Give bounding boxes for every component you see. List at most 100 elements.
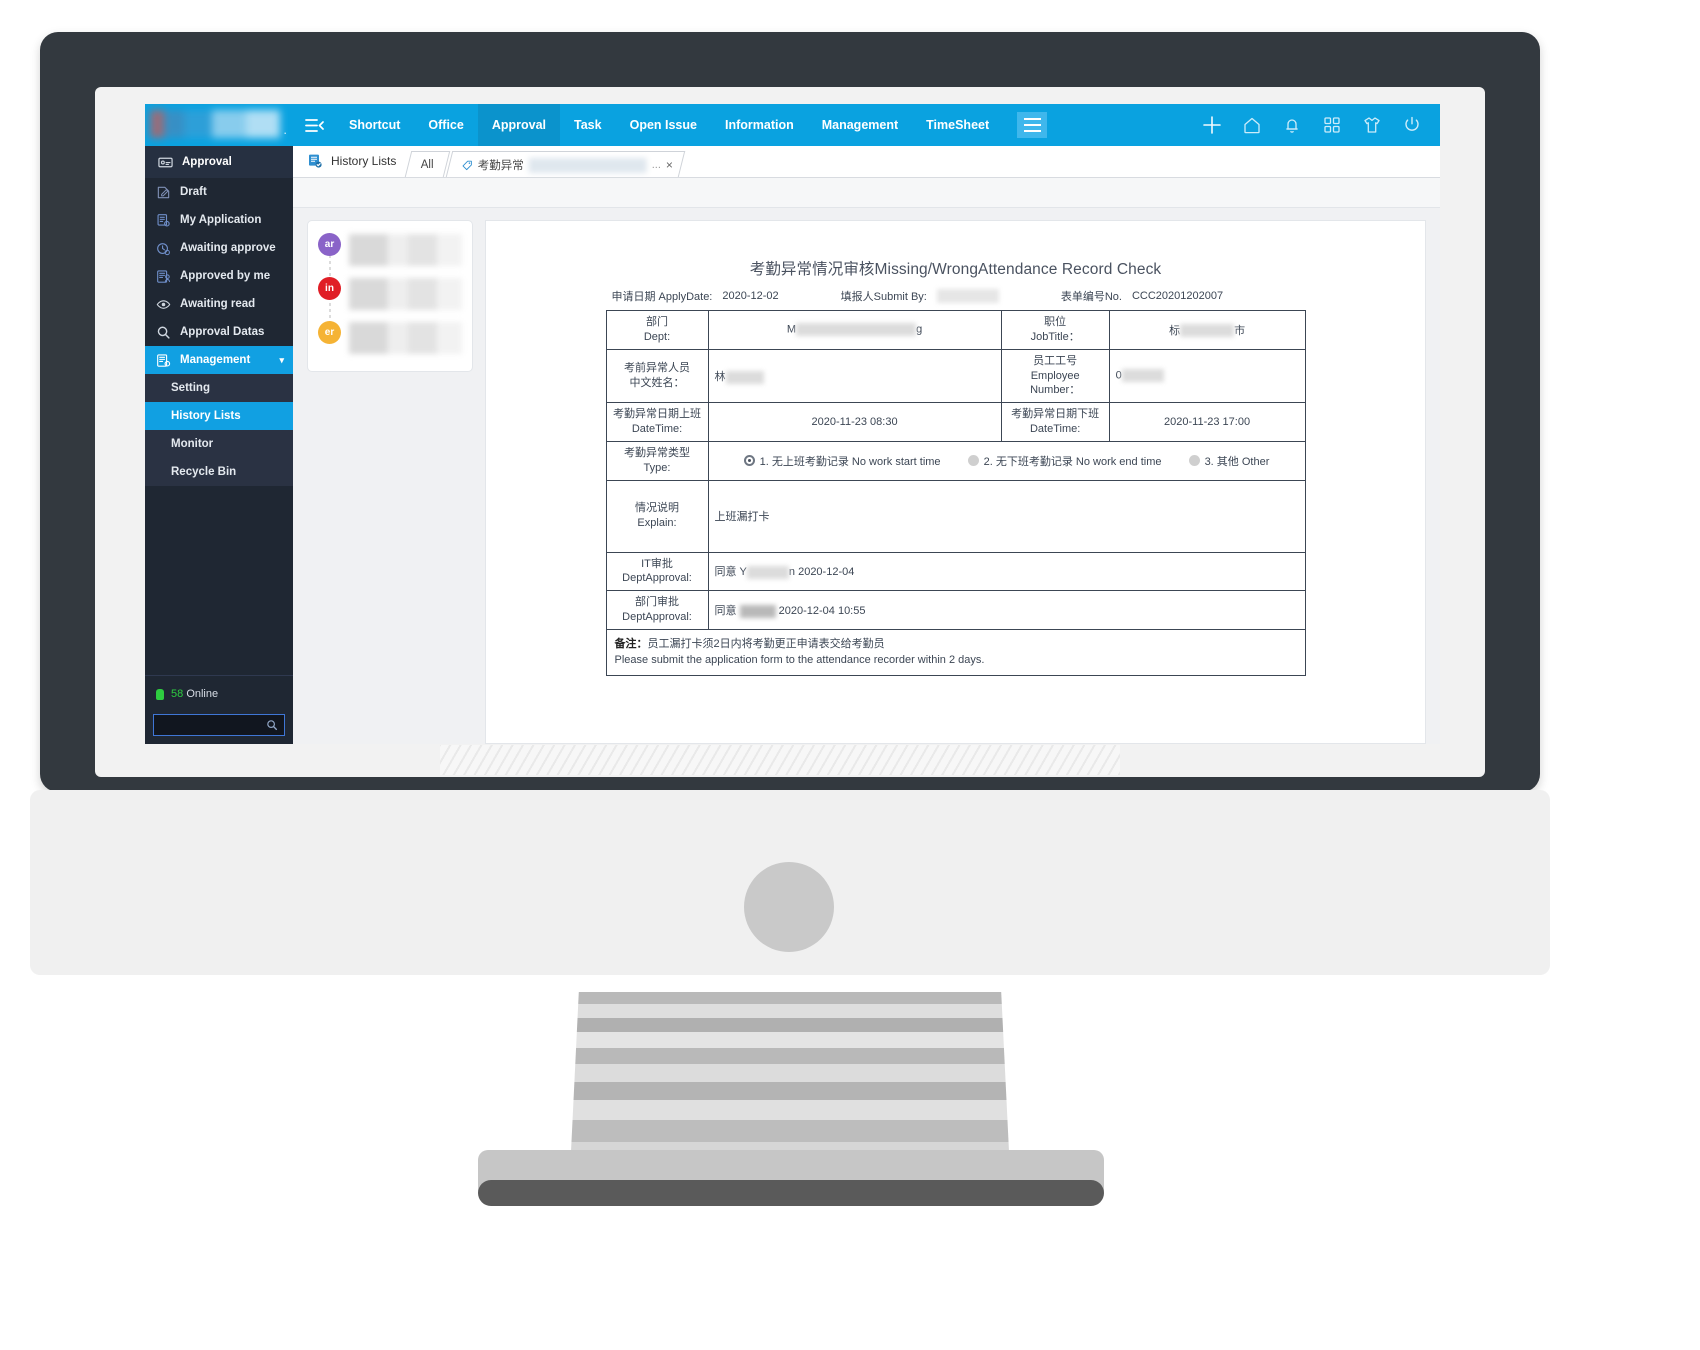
timeline-node[interactable]: er xyxy=(318,321,462,365)
person-value-prefix: 林 xyxy=(715,371,726,383)
form-title: 考勤异常情况审核Missing/WrongAttendance Record C… xyxy=(606,257,1306,279)
power-icon[interactable] xyxy=(1402,115,1422,135)
sidebar-item-monitor[interactable]: Monitor xyxy=(145,430,293,458)
sidebar-item-setting[interactable]: Setting xyxy=(145,374,293,402)
online-count: 58 xyxy=(171,688,183,700)
sidebar-item-awaiting-read[interactable]: Awaiting read xyxy=(145,290,293,318)
dept-label-cn: 部门 xyxy=(646,316,668,328)
approval-card-icon xyxy=(158,155,173,170)
sidebar-item-label: Approved by me xyxy=(180,270,270,282)
jobtitle-value-suffix: 市 xyxy=(1234,325,1245,337)
application-window: . Shortcut Office Approval Task Open Iss… xyxy=(145,104,1440,744)
table-row-dept: 部门 Dept: Mg 职位 JobTitle： xyxy=(606,311,1305,350)
sidebar-item-draft[interactable]: Draft xyxy=(145,178,293,206)
jobtitle-value: 标市 xyxy=(1109,311,1305,350)
table-row-start-datetime: 考勤异常日期上班 DateTime: 2020-11-23 08:30 考勤异常… xyxy=(606,403,1305,442)
sidebar-item-approved-by-me[interactable]: Approved by me xyxy=(145,262,293,290)
dept-label-en: Dept: xyxy=(644,331,670,343)
nav-item-task[interactable]: Task xyxy=(560,104,616,146)
plus-icon[interactable] xyxy=(1202,115,1222,135)
sidebar-item-recycle-bin[interactable]: Recycle Bin xyxy=(145,458,293,486)
type-option-2[interactable]: 2. 无下班考勤记录 No work end time xyxy=(968,453,1162,469)
nav-item-management[interactable]: Management xyxy=(808,104,912,146)
sidebar-item-management[interactable]: Management ▾ xyxy=(145,346,293,374)
close-icon[interactable]: × xyxy=(666,158,673,172)
tab-label-redacted xyxy=(529,157,647,172)
type-option-label: 1. 无上班考勤记录 No work start time xyxy=(760,453,941,469)
table-row-person: 考前异常人员 中文姓名： 林 员工工号 Employee xyxy=(606,349,1305,403)
form-no-label: 表单编号No. xyxy=(1061,288,1122,304)
start-datetime-label: 考勤异常日期上班 DateTime: xyxy=(606,403,708,442)
sidebar-subitem-label: Recycle Bin xyxy=(171,466,236,478)
explain-value: 上班漏打卡 xyxy=(708,480,1305,552)
form-table: 部门 Dept: Mg 职位 JobTitle： xyxy=(606,310,1306,676)
eye-icon xyxy=(156,297,171,312)
nav-item-information[interactable]: Information xyxy=(711,104,808,146)
work-area: ar in er ‹ xyxy=(293,208,1440,744)
tab-overflow-ellipsis: ... xyxy=(652,159,661,171)
home-icon[interactable] xyxy=(1242,115,1262,135)
sidebar-item-my-application[interactable]: My Application xyxy=(145,206,293,234)
nav-item-office[interactable]: Office xyxy=(414,104,477,146)
brand-logo-dot: . xyxy=(283,122,287,137)
list-collapse-icon[interactable] xyxy=(293,104,335,146)
sidebar-item-history-lists[interactable]: History Lists xyxy=(145,402,293,430)
timeline-content-redacted xyxy=(349,322,462,354)
type-option-3[interactable]: 3. 其他 Other xyxy=(1189,453,1270,469)
management-icon xyxy=(156,353,171,368)
nav-item-approval[interactable]: Approval xyxy=(478,104,560,146)
hamburger-menu-icon[interactable] xyxy=(1017,112,1047,138)
sidebar-item-approval-datas[interactable]: Approval Datas xyxy=(145,318,293,346)
brand-logo[interactable]: . xyxy=(145,104,293,146)
type-option-label: 3. 其他 Other xyxy=(1205,453,1270,469)
dept-value: Mg xyxy=(708,311,1001,350)
radio-unselected-icon[interactable] xyxy=(1189,455,1200,466)
chevron-down-icon[interactable]: ▾ xyxy=(279,355,284,366)
draft-icon xyxy=(156,185,171,200)
timeline-node[interactable]: ar xyxy=(318,233,462,277)
timeline-node[interactable]: in xyxy=(318,277,462,321)
jobtitle-label: 职位 JobTitle： xyxy=(1001,311,1109,350)
top-navigation-bar: . Shortcut Office Approval Task Open Iss… xyxy=(145,104,1440,146)
sidebar-header-approval[interactable]: Approval xyxy=(145,146,293,178)
end-datetime-value: 2020-11-23 17:00 xyxy=(1109,403,1305,442)
person-value: 林 xyxy=(708,349,1001,403)
user-online-icon xyxy=(156,689,164,700)
shirt-icon[interactable] xyxy=(1362,115,1382,135)
approved-by-me-icon xyxy=(156,269,171,284)
document-panel: 考勤异常情况审核Missing/WrongAttendance Record C… xyxy=(485,220,1426,744)
radio-selected-icon[interactable] xyxy=(744,455,755,466)
end-datetime-label: 考勤异常日期下班 DateTime: xyxy=(1001,403,1109,442)
it-approval-suffix: n 2020-12-04 xyxy=(789,566,854,578)
form-meta-row: 申请日期 ApplyDate: 2020-12-02 填报人Submit By:… xyxy=(606,288,1306,304)
bell-icon[interactable] xyxy=(1282,115,1302,135)
jobtitle-value-prefix: 标 xyxy=(1169,325,1180,337)
table-row-note: 备注：员工漏打卡须2日内将考勤更正申请表交给考勤员 Please submit … xyxy=(606,629,1305,675)
tab-all[interactable]: All xyxy=(405,151,450,177)
apps-grid-icon[interactable] xyxy=(1322,115,1342,135)
dept-approval-prefix: 同意 xyxy=(715,605,737,617)
sidebar-footer: 58 Online xyxy=(145,675,293,744)
radio-unselected-icon[interactable] xyxy=(968,455,979,466)
dept-approval-label-en: DeptApproval: xyxy=(622,611,692,623)
type-option-1[interactable]: 1. 无上班考勤记录 No work start time xyxy=(744,453,941,469)
sidebar-subitem-label: History Lists xyxy=(171,410,241,422)
it-approval-redacted xyxy=(747,566,789,579)
nav-item-timesheet[interactable]: TimeSheet xyxy=(912,104,1003,146)
sidebar-item-label: Awaiting read xyxy=(180,298,255,310)
dept-approval-suffix: 2020-12-04 10:55 xyxy=(779,605,866,617)
nav-item-shortcut[interactable]: Shortcut xyxy=(335,104,414,146)
it-approval-label-cn: IT审批 xyxy=(641,558,673,570)
nav-item-open-issue[interactable]: Open Issue xyxy=(616,104,711,146)
timeline-badge: ar xyxy=(318,233,341,256)
monitor-frame: . Shortcut Office Approval Task Open Iss… xyxy=(40,32,1540,792)
dept-approval-label: 部门审批 DeptApproval: xyxy=(606,591,708,630)
tag-icon xyxy=(462,159,473,170)
jobtitle-label-cn: 职位 xyxy=(1044,316,1066,328)
type-options-group: 1. 无上班考勤记录 No work start time 2. 无下班考勤记录… xyxy=(708,441,1305,480)
sidebar-item-label: Awaiting approve xyxy=(180,242,276,254)
sidebar-header-label: Approval xyxy=(182,156,232,168)
sidebar-item-awaiting-approve[interactable]: Awaiting approve xyxy=(145,234,293,262)
tab-attendance-exception[interactable]: 考勤异常 ... × xyxy=(446,151,686,177)
sidebar-search-input[interactable] xyxy=(153,714,285,736)
